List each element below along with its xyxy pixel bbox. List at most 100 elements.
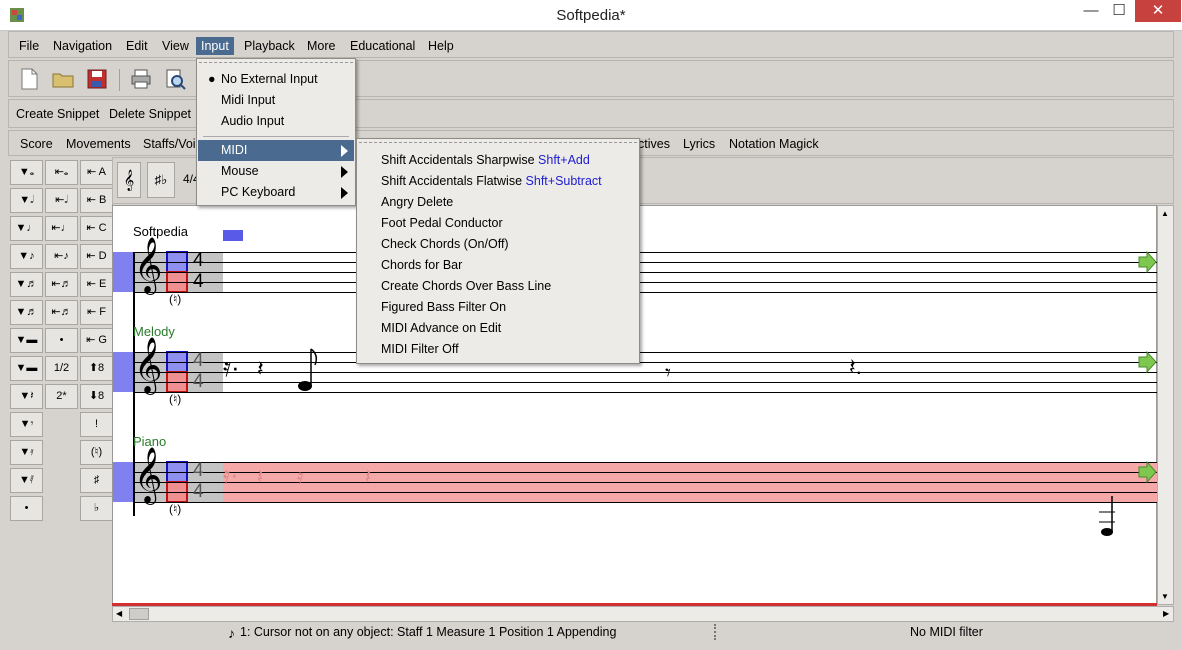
time-sig-bottom[interactable]: 4 bbox=[193, 372, 204, 392]
palette-button-r0-c1[interactable]: ⇤𝅝 bbox=[45, 160, 78, 185]
palette-button-r4-c2[interactable]: ⇤ E bbox=[80, 272, 113, 297]
palette-button-r11-c0[interactable]: ▼𝅀 bbox=[10, 468, 43, 493]
new-file-icon[interactable] bbox=[17, 67, 41, 91]
objmenu-movements[interactable]: Movements bbox=[66, 137, 131, 151]
midi-item-3[interactable]: Foot Pedal Conductor bbox=[358, 213, 638, 234]
palette-button-r5-c2[interactable]: ⇤ F bbox=[80, 300, 113, 325]
vertical-scrollbar[interactable]: ▲ ▼ bbox=[1157, 205, 1174, 605]
palette-button-r0-c0[interactable]: ▼𝅝 bbox=[10, 160, 43, 185]
delete-snippet-button[interactable]: Delete Snippet bbox=[109, 107, 191, 121]
save-icon[interactable] bbox=[85, 67, 109, 91]
time-sig-bottom[interactable]: 4 bbox=[193, 482, 204, 502]
maximize-icon[interactable]: ☐ bbox=[1105, 0, 1133, 22]
close-icon[interactable]: ✕ bbox=[1135, 0, 1181, 22]
objmenu-directives[interactable]: ctives bbox=[638, 137, 670, 151]
palette-button-r2-c1[interactable]: ⇤♩ bbox=[45, 216, 78, 241]
palette-button-r5-c1[interactable]: ⇤♬ bbox=[45, 300, 78, 325]
menu-input[interactable]: Input bbox=[196, 37, 234, 55]
scroll-left-icon[interactable]: ◀ bbox=[116, 609, 122, 618]
palette-button-r2-c0[interactable]: ▼♩ bbox=[10, 216, 43, 241]
objmenu-staffs-voices[interactable]: Staffs/Voi bbox=[143, 137, 196, 151]
input-menu-midi-input[interactable]: Midi Input bbox=[198, 90, 354, 111]
palette-button-r12-c0[interactable]: • bbox=[10, 496, 43, 521]
menu-view[interactable]: View bbox=[157, 37, 194, 55]
palette-button-r0-c2[interactable]: ⇤ A bbox=[80, 160, 113, 185]
palette-button-r11-c2[interactable]: ♯ bbox=[80, 468, 113, 493]
palette-button-r5-c0[interactable]: ▼♬ bbox=[10, 300, 43, 325]
rest-icon[interactable]: 𝄽 bbox=[257, 466, 263, 489]
midi-item-1[interactable]: Shift Accidentals Flatwise Shft+Subtract bbox=[358, 171, 638, 192]
midi-item-8[interactable]: MIDI Advance on Edit bbox=[358, 318, 638, 339]
objmenu-lyrics[interactable]: Lyrics bbox=[683, 137, 715, 151]
create-snippet-button[interactable]: Create Snippet bbox=[16, 107, 99, 121]
rest-icon[interactable]: 𝄽 bbox=[257, 356, 264, 382]
input-menu-audio-input[interactable]: Audio Input bbox=[198, 111, 354, 132]
scroll-down-icon[interactable]: ▼ bbox=[1161, 592, 1169, 601]
palette-button-r2-c2[interactable]: ⇤ C bbox=[80, 216, 113, 241]
midi-item-4[interactable]: Check Chords (On/Off) bbox=[358, 234, 638, 255]
key-signature-icon[interactable]: ♯♭ bbox=[147, 162, 175, 198]
menu-educational[interactable]: Educational bbox=[345, 37, 420, 55]
scroll-up-icon[interactable]: ▲ bbox=[1161, 209, 1169, 218]
palette-button-r8-c1[interactable]: 2* bbox=[45, 384, 78, 409]
palette-button-r6-c1[interactable]: • bbox=[45, 328, 78, 353]
menu-more[interactable]: More bbox=[302, 37, 340, 55]
midi-item-7[interactable]: Figured Bass Filter On bbox=[358, 297, 638, 318]
midi-item-0[interactable]: Shift Accidentals Sharpwise Shft+Add bbox=[358, 150, 638, 171]
palette-button-r4-c0[interactable]: ▼♬ bbox=[10, 272, 43, 297]
menu-file[interactable]: File bbox=[14, 37, 44, 55]
palette-button-r9-c0[interactable]: ▼𝄾 bbox=[10, 412, 43, 437]
palette-button-r1-c1[interactable]: ⇤𝅗𝅥 bbox=[45, 188, 78, 213]
input-menu-midi[interactable]: MIDI bbox=[198, 140, 354, 161]
midi-item-5[interactable]: Chords for Bar bbox=[358, 255, 638, 276]
time-sig-bottom[interactable]: 4 bbox=[193, 272, 204, 292]
time-sig-top[interactable]: 4 bbox=[193, 461, 204, 481]
objmenu-score[interactable]: Score bbox=[20, 137, 53, 151]
input-menu-no-external[interactable]: ● No External Input bbox=[198, 69, 354, 90]
palette-button-r6-c0[interactable]: ▼▬ bbox=[10, 328, 43, 353]
palette-button-r4-c1[interactable]: ⇤♬ bbox=[45, 272, 78, 297]
minimize-icon[interactable]: — bbox=[1077, 0, 1105, 22]
clef-icon[interactable]: 𝄞 bbox=[117, 162, 141, 198]
rest-icon[interactable]: 𝄿 bbox=[297, 464, 304, 490]
horizontal-scrollbar[interactable]: ◀ ▶ bbox=[112, 606, 1174, 622]
print-preview-icon[interactable] bbox=[163, 67, 187, 91]
scroll-right-icon[interactable]: ▶ bbox=[1163, 609, 1169, 618]
palette-button-r3-c1[interactable]: ⇤♪ bbox=[45, 244, 78, 269]
palette-button-r8-c2[interactable]: ⬇8 bbox=[80, 384, 113, 409]
palette-button-r3-c2[interactable]: ⇤ D bbox=[80, 244, 113, 269]
palette-button-r10-c2[interactable]: (♮) bbox=[80, 440, 113, 465]
scroll-thumb[interactable] bbox=[129, 608, 149, 620]
menu-playback[interactable]: Playback bbox=[239, 37, 300, 55]
input-menu-mouse[interactable]: Mouse bbox=[198, 161, 354, 182]
rest-icon[interactable]: 𝄿· bbox=[223, 462, 238, 490]
palette-button-r1-c2[interactable]: ⇤ B bbox=[80, 188, 113, 213]
palette-button-r12-c2[interactable]: ♭ bbox=[80, 496, 113, 521]
palette-button-r9-c2[interactable]: ! bbox=[80, 412, 113, 437]
time-sig-top[interactable]: 4 bbox=[193, 251, 204, 271]
open-folder-icon[interactable] bbox=[51, 67, 75, 91]
rest-icon[interactable]: 𝄿· bbox=[223, 352, 240, 384]
midi-item-2[interactable]: Angry Delete bbox=[358, 192, 638, 213]
objmenu-notation-magick[interactable]: Notation Magick bbox=[729, 137, 819, 151]
rest-icon[interactable]: 𝄽 bbox=[365, 466, 371, 489]
palette-button-r7-c1[interactable]: 1/2 bbox=[45, 356, 78, 381]
palette-button-r1-c0[interactable]: ▼𝅗𝅥 bbox=[10, 188, 43, 213]
palette-button-r6-c2[interactable]: ⇤ G bbox=[80, 328, 113, 353]
menu-help[interactable]: Help bbox=[423, 37, 459, 55]
palette-button-r3-c0[interactable]: ▼♪ bbox=[10, 244, 43, 269]
midi-item-9[interactable]: MIDI Filter Off bbox=[358, 339, 638, 360]
print-icon[interactable] bbox=[129, 67, 153, 91]
menu-navigation[interactable]: Navigation bbox=[48, 37, 117, 55]
palette-button-r8-c0[interactable]: ▼𝄽 bbox=[10, 384, 43, 409]
midi-item-6[interactable]: Create Chords Over Bass Line bbox=[358, 276, 638, 297]
rest-icon[interactable]: 𝄾 bbox=[665, 360, 671, 386]
rest-icon[interactable]: 𝄽. bbox=[849, 354, 862, 380]
status-splitter[interactable] bbox=[714, 624, 716, 640]
menu-edit[interactable]: Edit bbox=[121, 37, 153, 55]
palette-button-r7-c2[interactable]: ⬆8 bbox=[80, 356, 113, 381]
palette-button-r7-c0[interactable]: ▼▬ bbox=[10, 356, 43, 381]
time-sig-top[interactable]: 4 bbox=[193, 351, 204, 371]
input-menu-pc-keyboard[interactable]: PC Keyboard bbox=[198, 182, 354, 203]
palette-button-r10-c0[interactable]: ▼𝄿 bbox=[10, 440, 43, 465]
